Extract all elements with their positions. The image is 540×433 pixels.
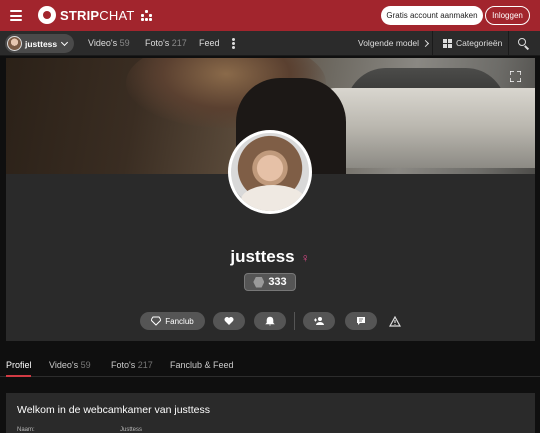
stripchat-logo[interactable]: STRIPCHAT xyxy=(38,6,135,24)
model-switcher[interactable]: justtess xyxy=(5,34,74,53)
level-icon xyxy=(253,276,265,288)
model-nav-bar: justtess Video's 59 Foto's 217 Feed Volg… xyxy=(0,31,540,56)
welcome-title: Welkom in de webcamkamer van justtess xyxy=(17,404,210,416)
tab-fanclub-feed[interactable]: Fanclub & Feed xyxy=(170,360,234,370)
nav-feed-link[interactable]: Feed xyxy=(199,38,220,48)
categories-icon xyxy=(443,38,452,48)
field-label: Naam: xyxy=(17,427,35,433)
tab-photos[interactable]: Foto's 217 xyxy=(111,360,153,370)
brand-name: STRIPCHAT xyxy=(60,7,135,23)
kebab-icon[interactable] xyxy=(232,38,235,49)
search-icon[interactable] xyxy=(518,38,530,50)
divider xyxy=(294,312,295,330)
expand-icon[interactable] xyxy=(509,69,522,83)
nav-videos-link[interactable]: Video's 59 xyxy=(88,38,130,48)
hamburger-icon[interactable] xyxy=(10,10,22,21)
female-icon: ♀ xyxy=(300,251,310,265)
next-model-button[interactable]: Volgende model xyxy=(358,38,430,48)
categories-button[interactable]: Categorieën xyxy=(443,38,502,48)
model-name: justtess xyxy=(25,38,58,49)
warning-icon[interactable] xyxy=(388,314,402,332)
favorite-button[interactable] xyxy=(213,312,245,330)
chevron-down-icon xyxy=(61,38,69,46)
profile-name: justtess ♀ xyxy=(230,247,310,266)
active-tab-indicator xyxy=(6,375,31,377)
welcome-section: Welkom in de webcamkamer van justtess Na… xyxy=(6,393,535,433)
add-friend-button[interactable] xyxy=(303,312,335,330)
level-badge[interactable]: 333 xyxy=(244,273,296,291)
signup-button[interactable]: Gratis account aanmaken xyxy=(381,6,483,25)
fanclub-button[interactable]: Fanclub xyxy=(140,312,205,330)
message-icon xyxy=(357,317,365,325)
heart-icon xyxy=(224,317,234,325)
login-button[interactable]: Inloggen xyxy=(485,6,530,25)
divider xyxy=(508,31,509,56)
add-user-icon xyxy=(314,317,324,325)
tab-profile[interactable]: Profiel xyxy=(6,360,32,370)
avatar xyxy=(7,36,22,51)
nav-photos-link[interactable]: Foto's 217 xyxy=(145,38,187,48)
stripchat-logo-icon xyxy=(38,6,56,24)
bell-icon xyxy=(265,316,275,326)
diamond-icon xyxy=(151,316,162,326)
top-bar: STRIPCHAT Gratis account aanmaken Inlogg… xyxy=(0,0,540,31)
chevron-right-icon xyxy=(421,39,430,47)
profile-avatar xyxy=(228,130,312,214)
divider xyxy=(432,31,433,56)
notify-button[interactable] xyxy=(254,312,286,330)
tab-videos[interactable]: Video's 59 xyxy=(49,360,91,370)
profile-tabs: Profiel Video's 59 Foto's 217 Fanclub & … xyxy=(0,355,540,377)
message-button[interactable] xyxy=(345,312,377,330)
grid-icon[interactable] xyxy=(141,10,152,21)
field-value: Justtess xyxy=(120,427,143,433)
